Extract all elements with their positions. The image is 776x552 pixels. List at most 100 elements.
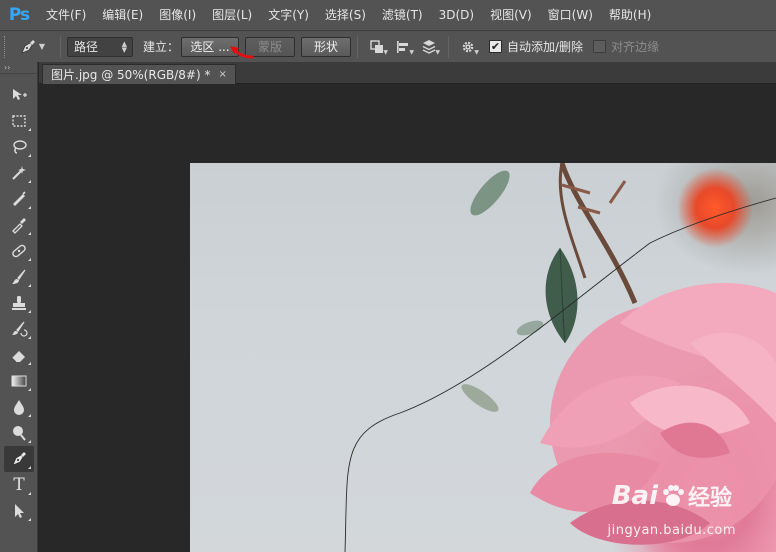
- path-arrangement-button[interactable]: ▼: [416, 35, 442, 59]
- blur-tool[interactable]: [4, 394, 34, 420]
- watermark-brand-left: Bai: [611, 481, 658, 511]
- eraser-icon: [11, 351, 25, 363]
- path-selection-arrow-icon: [15, 504, 24, 518]
- tool-group-indicator: [28, 336, 31, 339]
- divider: [60, 35, 61, 58]
- menu-window[interactable]: 窗口(W): [540, 0, 601, 30]
- eyedropper-tool[interactable]: [4, 212, 34, 238]
- pen-icon: [12, 452, 26, 466]
- eraser-tool[interactable]: [4, 342, 34, 368]
- checkmark-icon: ✔: [490, 40, 501, 53]
- tool-group-indicator: [28, 466, 31, 469]
- tool-group-indicator: [28, 284, 31, 287]
- tool-group-indicator: [28, 414, 31, 417]
- baidu-watermark: Bai 经验: [612, 480, 732, 512]
- move-tool[interactable]: [4, 82, 34, 108]
- chevron-down-icon: ▼: [435, 48, 441, 56]
- magic-wand-icon: [12, 166, 26, 180]
- tool-group-indicator: [28, 154, 31, 157]
- tool-preset-picker[interactable]: ▼: [10, 34, 54, 60]
- dodge-tool[interactable]: [4, 420, 34, 446]
- tools-panel-collapse[interactable]: ››: [0, 62, 37, 74]
- document-tab-title: 图片.jpg @ 50%(RGB/8#) *: [51, 68, 211, 82]
- menu-file[interactable]: 文件(F): [38, 0, 94, 30]
- marquee-tool[interactable]: [4, 108, 34, 134]
- document-canvas-image[interactable]: Bai 经验 jingyan.baidu.com: [190, 163, 776, 552]
- tool-group-indicator: [28, 128, 31, 131]
- photoshop-logo: Ps: [8, 5, 30, 25]
- tool-group-indicator: [28, 310, 31, 313]
- divider: [357, 35, 359, 58]
- menu-layer[interactable]: 图层(L): [204, 0, 260, 30]
- tool-group-indicator: [28, 362, 31, 365]
- clone-stamp-tool[interactable]: [4, 290, 34, 316]
- magic-wand-tool[interactable]: [4, 160, 34, 186]
- healing-brush-tool[interactable]: [4, 238, 34, 264]
- menu-bar: Ps 文件(F) 编辑(E) 图像(I) 图层(L) 文字(Y) 选择(S) 滤…: [0, 0, 776, 30]
- menu-select[interactable]: 选择(S): [317, 0, 374, 30]
- menu-help[interactable]: 帮助(H): [601, 0, 659, 30]
- move-icon: [13, 89, 27, 100]
- tools-panel: ›› T: [0, 62, 38, 552]
- menu-3d[interactable]: 3D(D): [431, 0, 482, 30]
- pen-mode-value: 路径: [74, 40, 99, 54]
- tool-group-indicator: [28, 388, 31, 391]
- document-tab-bar: 图片.jpg @ 50%(RGB/8#) * ×: [39, 62, 776, 84]
- path-operations-button[interactable]: ▼: [364, 35, 390, 59]
- dodge-icon: [13, 426, 26, 441]
- chevron-down-icon: ▼: [383, 48, 389, 56]
- watermark-brand-right: 经验: [687, 486, 732, 511]
- rectangular-marquee-icon: [12, 115, 26, 127]
- crop-icon: [13, 191, 26, 206]
- options-bar: ▼ 路径 ▲ ▼ 建立： 选区 ... 蒙版 形状 ▼ ▼ ▼ ▼ ✔ 自动添加…: [0, 30, 776, 62]
- tool-group-indicator: [28, 518, 31, 521]
- paw-icon: [662, 485, 684, 506]
- gradient-tool[interactable]: [4, 368, 34, 394]
- tool-group-indicator: [28, 440, 31, 443]
- close-icon[interactable]: ×: [218, 69, 226, 80]
- divider: [448, 35, 450, 58]
- auto-add-delete-checkbox[interactable]: ✔: [489, 40, 503, 53]
- menu-view[interactable]: 视图(V): [482, 0, 540, 30]
- document-tab[interactable]: 图片.jpg @ 50%(RGB/8#) * ×: [42, 64, 236, 84]
- menu-filter[interactable]: 滤镜(T): [374, 0, 431, 30]
- menu-image[interactable]: 图像(I): [151, 0, 204, 30]
- auto-add-delete-label[interactable]: 自动添加/删除: [507, 38, 583, 55]
- menu-edit[interactable]: 编辑(E): [94, 0, 151, 30]
- lasso-icon: [13, 140, 27, 154]
- pen-mode-select[interactable]: 路径 ▲ ▼: [67, 36, 133, 57]
- settings-button[interactable]: ▼: [455, 35, 481, 59]
- annotation-arrow-icon: [230, 46, 254, 59]
- make-shape-button[interactable]: 形状: [301, 36, 352, 57]
- bandage-icon: [12, 244, 26, 258]
- align-edges-checkbox[interactable]: [593, 40, 607, 53]
- brush-icon: [12, 269, 26, 284]
- stamp-icon: [12, 296, 26, 310]
- chevron-down-icon: ▼: [38, 42, 46, 51]
- path-selection-tool[interactable]: [4, 498, 34, 524]
- type-icon: T: [13, 475, 25, 495]
- canvas-workspace[interactable]: Bai 经验 jingyan.baidu.com: [39, 85, 776, 552]
- lasso-tool[interactable]: [4, 134, 34, 160]
- pen-tool[interactable]: [4, 446, 34, 472]
- updown-icon: ▲ ▼: [121, 39, 127, 54]
- brush-tool[interactable]: [4, 264, 34, 290]
- menu-type[interactable]: 文字(Y): [260, 0, 317, 30]
- water-drop-icon: [14, 400, 24, 415]
- type-tool[interactable]: T: [4, 472, 34, 498]
- align-edges-label[interactable]: 对齐边缘: [611, 38, 659, 55]
- chevron-down-icon: ▼: [409, 48, 415, 56]
- path-alignment-button[interactable]: ▼: [390, 35, 416, 59]
- tool-group-indicator: [28, 492, 31, 495]
- tool-group-indicator: [28, 180, 31, 183]
- crop-tool[interactable]: [4, 186, 34, 212]
- pen-icon: [21, 39, 35, 54]
- tool-group-indicator: [28, 258, 31, 261]
- tool-group-indicator: [28, 206, 31, 209]
- watermark-url: jingyan.baidu.com: [607, 523, 736, 538]
- history-brush-tool[interactable]: [4, 316, 34, 342]
- eyedropper-icon: [12, 218, 26, 234]
- history-brush-icon: [12, 321, 28, 337]
- build-label: 建立：: [143, 40, 180, 54]
- gradient-icon: [11, 375, 27, 387]
